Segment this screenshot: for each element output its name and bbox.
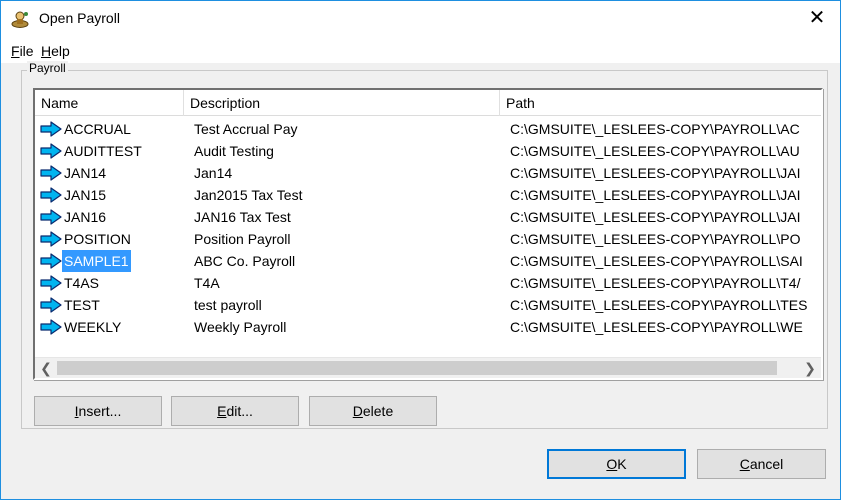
row-name: WEEKLY [64, 319, 122, 335]
list-item[interactable]: WEEKLY Weekly Payroll C:\GMSUITE\_LESLEES-… [35, 316, 821, 338]
row-name: T4AS [64, 275, 100, 291]
menu-file-label: ile [19, 43, 34, 59]
title-bar[interactable]: Open Payroll ✕ [1, 1, 840, 37]
row-name: POSITION [64, 231, 131, 247]
ok-button[interactable]: OK [547, 449, 686, 479]
row-description: T4A [194, 275, 220, 291]
row-description: Audit Testing [194, 143, 274, 159]
row-name: JAN14 [64, 165, 107, 181]
row-path: C:\GMSUITE\_LESLEES-COPY\PAYROLL\TES [510, 297, 808, 313]
edit-button-label: dit... [226, 403, 253, 419]
row-path: C:\GMSUITE\_LESLEES-COPY\PAYROLL\JAI [510, 165, 801, 181]
ok-button-accel: O [606, 456, 618, 472]
insert-button[interactable]: Insert... [34, 396, 162, 426]
payroll-list[interactable]: Name Description Path ACCRUAL Test Accrua… [33, 88, 823, 380]
right-arrow-icon [40, 165, 62, 181]
row-name: ACCRUAL [64, 121, 131, 137]
right-arrow-icon [40, 187, 62, 203]
row-description: Position Payroll [194, 231, 291, 247]
row-path: C:\GMSUITE\_LESLEES-COPY\PAYROLL\AU [510, 143, 800, 159]
column-header-path[interactable]: Path [500, 90, 821, 116]
scroll-left-icon[interactable]: ❮ [35, 358, 57, 378]
row-path: C:\GMSUITE\_LESLEES-COPY\PAYROLL\AC [510, 121, 800, 137]
row-path: C:\GMSUITE\_LESLEES-COPY\PAYROLL\T4/ [510, 275, 801, 291]
menu-file[interactable]: File [11, 43, 34, 59]
right-arrow-icon [40, 297, 62, 313]
row-name: AUDITTEST [64, 143, 142, 159]
cancel-button[interactable]: Cancel [697, 449, 826, 479]
horizontal-scrollbar[interactable]: ❮ ❯ [35, 357, 821, 378]
payroll-app-icon [11, 11, 29, 28]
row-path: C:\GMSUITE\_LESLEES-COPY\PAYROLL\WE [510, 319, 803, 335]
row-path: C:\GMSUITE\_LESLEES-COPY\PAYROLL\PO [510, 231, 801, 247]
scroll-thumb[interactable] [57, 361, 777, 375]
list-item[interactable]: JAN15 Jan2015 Tax Test C:\GMSUITE\_LESLEES… [35, 184, 821, 206]
row-name: TEST [64, 297, 100, 313]
right-arrow-icon [40, 275, 62, 291]
row-description: ABC Co. Payroll [194, 253, 296, 269]
menu-help[interactable]: Help [41, 43, 70, 59]
list-item[interactable]: AUDITTEST Audit Testing C:\GMSUITE\_LESLEE… [35, 140, 821, 162]
column-header-name[interactable]: Name [35, 90, 184, 116]
row-description: Jan2015 Tax Test [194, 187, 303, 203]
row-description: Jan14 [194, 165, 233, 181]
close-icon: ✕ [808, 7, 826, 29]
delete-button[interactable]: Delete [309, 396, 437, 426]
open-payroll-dialog: Open Payroll ✕ File Help Payroll Name De… [0, 0, 841, 500]
row-name: JAN16 [64, 209, 107, 225]
group-label: Payroll [27, 61, 68, 75]
row-description: Weekly Payroll [194, 319, 287, 335]
row-path: C:\GMSUITE\_LESLEES-COPY\PAYROLL\SAI [510, 253, 803, 269]
menu-help-accel: H [41, 43, 52, 59]
row-path: C:\GMSUITE\_LESLEES-COPY\PAYROLL\JAI [510, 209, 801, 225]
list-item[interactable]: SAMPLE1 ABC Co. Payroll C:\GMSUITE\_LESLEE… [35, 250, 821, 272]
list-item[interactable]: JAN14 Jan14 C:\GMSUITE\_LESLEES-COPY\PAYRO… [35, 162, 821, 184]
right-arrow-icon [40, 209, 62, 225]
scroll-right-icon[interactable]: ❯ [799, 358, 821, 378]
delete-button-label: elete [362, 403, 394, 419]
row-name: SAMPLE1 [62, 250, 131, 272]
cancel-button-label: ancel [749, 456, 784, 472]
list-item[interactable]: POSITION Position Payroll C:\GMSUITE\_LESL… [35, 228, 821, 250]
row-description: JAN16 Tax Test [194, 209, 291, 225]
menu-file-accel: F [11, 43, 20, 59]
list-item[interactable]: TEST test payroll C:\GMSUITE\_LESLEES-COPY… [35, 294, 821, 316]
window-title: Open Payroll [39, 10, 120, 26]
close-button[interactable]: ✕ [794, 1, 840, 37]
menu-bar: File Help [1, 37, 840, 63]
row-description: test payroll [194, 297, 262, 313]
ok-button-label: K [617, 456, 627, 472]
list-item[interactable]: ACCRUAL Test Accrual Pay C:\GMSUITE\_LESLE… [35, 118, 821, 140]
row-description: Test Accrual Pay [194, 121, 298, 137]
right-arrow-icon [40, 319, 62, 335]
right-arrow-icon [40, 231, 62, 247]
right-arrow-icon [40, 143, 62, 159]
right-arrow-icon [40, 121, 62, 137]
row-name: JAN15 [64, 187, 107, 203]
delete-button-accel: D [352, 403, 363, 419]
menu-help-label: elp [51, 43, 70, 59]
right-arrow-icon [40, 253, 62, 269]
cancel-button-accel: C [739, 456, 750, 472]
insert-button-label: nsert... [78, 403, 122, 419]
list-item[interactable]: JAN16 JAN16 Tax Test C:\GMSUITE\_LESLEES-C… [35, 206, 821, 228]
edit-button[interactable]: Edit... [171, 396, 299, 426]
list-item[interactable]: T4AS T4A C:\GMSUITE\_LESLEES-COPY\PAYROLL\… [35, 272, 821, 294]
list-header: Name Description Path [35, 90, 821, 116]
column-header-description[interactable]: Description [184, 90, 500, 116]
row-path: C:\GMSUITE\_LESLEES-COPY\PAYROLL\JAI [510, 187, 801, 203]
